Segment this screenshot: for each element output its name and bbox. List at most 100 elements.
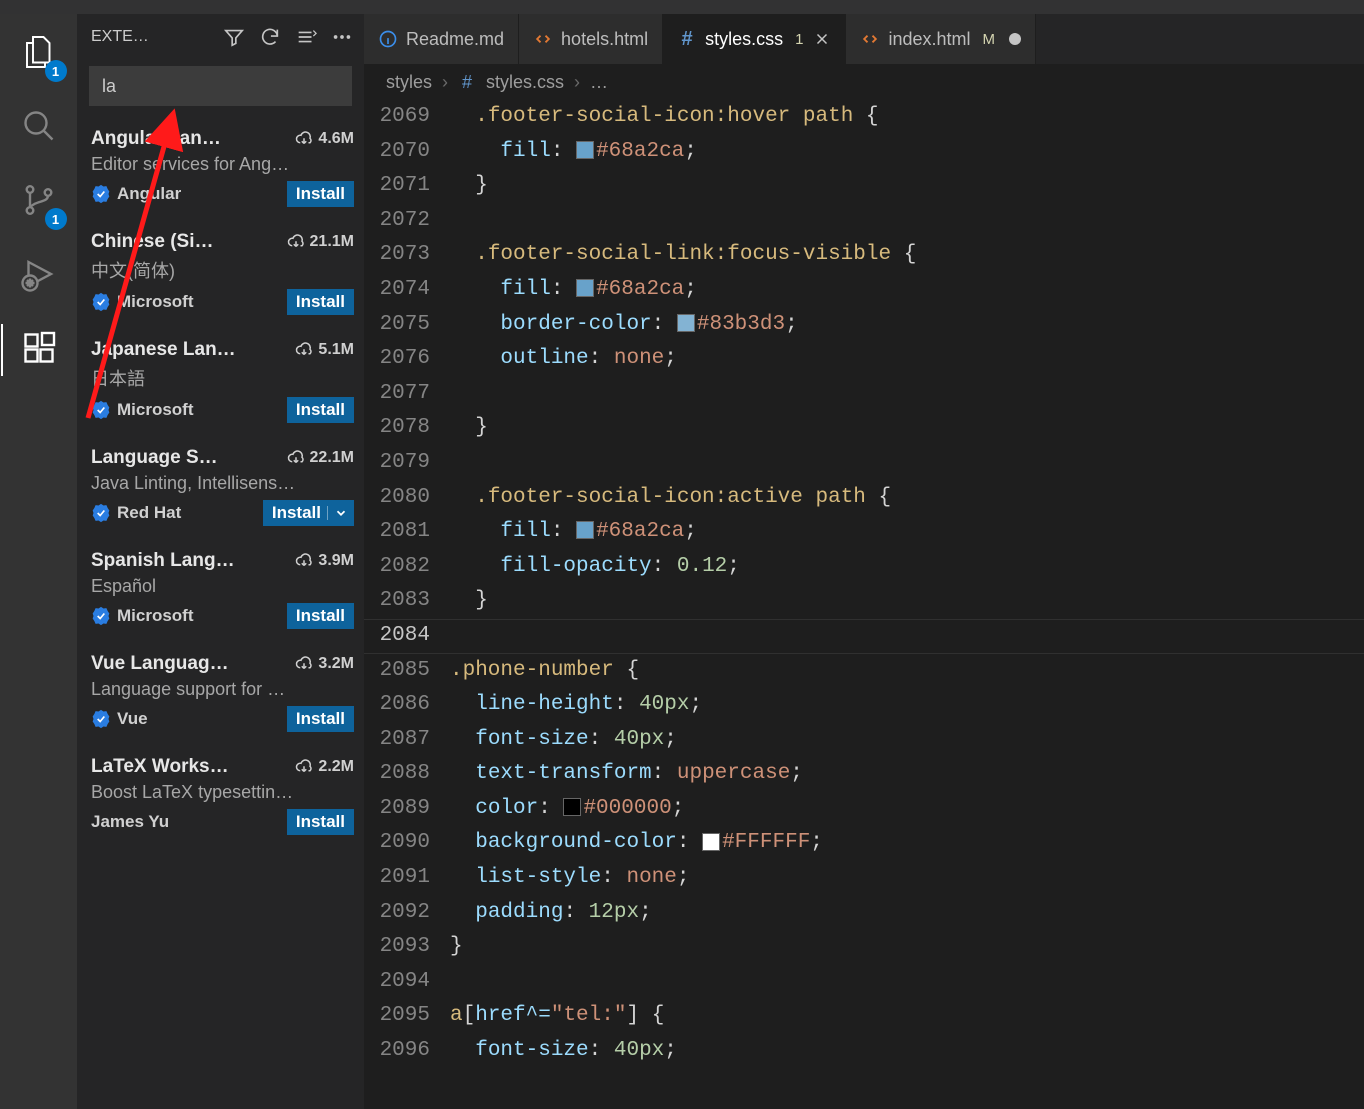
extension-description: 日本語 bbox=[91, 365, 354, 391]
code-editor[interactable]: 2069207020712072207320742075207620772078… bbox=[364, 100, 1364, 1109]
extension-name: Spanish Lang… bbox=[91, 550, 235, 572]
install-button[interactable]: Install bbox=[287, 289, 354, 315]
chevron-down-icon[interactable] bbox=[327, 506, 348, 520]
extension-description: Español bbox=[91, 576, 354, 597]
extension-name: LaTeX Works… bbox=[91, 756, 229, 778]
extension-item[interactable]: Language S… 22.1M Java Linting, Intellis… bbox=[91, 435, 360, 538]
extension-item[interactable]: Spanish Lang… 3.9M Español Microsoft Ins… bbox=[91, 538, 360, 641]
explorer-badge: 1 bbox=[45, 60, 67, 82]
search-icon bbox=[21, 108, 57, 149]
extension-description: Boost LaTeX typesettin… bbox=[91, 782, 354, 803]
activity-run-debug[interactable] bbox=[15, 252, 63, 300]
install-button[interactable]: Install bbox=[287, 397, 354, 423]
download-cloud-icon bbox=[295, 552, 313, 570]
install-button[interactable]: Install bbox=[287, 603, 354, 629]
extension-downloads: 5.1M bbox=[295, 341, 354, 359]
verified-badge-icon bbox=[91, 606, 111, 626]
download-cloud-icon bbox=[295, 758, 313, 776]
activity-extensions[interactable] bbox=[15, 326, 63, 374]
color-swatch-icon[interactable] bbox=[702, 833, 720, 851]
breadcrumb-folder[interactable]: styles bbox=[386, 72, 432, 93]
extension-description: Java Linting, Intellisens… bbox=[91, 473, 354, 494]
extension-publisher: Vue bbox=[91, 709, 148, 729]
tab-label: hotels.html bbox=[561, 29, 648, 50]
download-cloud-icon bbox=[295, 655, 313, 673]
chevron-right-icon: › bbox=[574, 72, 580, 93]
more-icon[interactable] bbox=[330, 25, 354, 49]
editor: Readme.mdhotels.html#styles.css1index.ht… bbox=[364, 14, 1364, 1109]
activity-explorer[interactable]: 1 bbox=[15, 30, 63, 78]
info-icon bbox=[378, 29, 398, 49]
verified-badge-icon bbox=[91, 400, 111, 420]
extension-name: Chinese (Si… bbox=[91, 231, 213, 253]
extension-description: Editor services for Ang… bbox=[91, 154, 354, 175]
extensions-list[interactable]: Angular Lan… 4.6M Editor services for An… bbox=[77, 116, 364, 1109]
download-cloud-icon bbox=[287, 449, 305, 467]
extension-name: Vue Languag… bbox=[91, 653, 229, 675]
extension-item[interactable]: Angular Lan… 4.6M Editor services for An… bbox=[91, 116, 360, 219]
editor-tabs: Readme.mdhotels.html#styles.css1index.ht… bbox=[364, 14, 1364, 64]
chevron-right-icon: › bbox=[442, 72, 448, 93]
code-content[interactable]: .footer-social-icon:hover path { fill: #… bbox=[450, 100, 1364, 1109]
sidebar-header: EXTE… bbox=[77, 14, 364, 60]
tab-modified-indicator: M bbox=[983, 31, 996, 48]
extension-item[interactable]: LaTeX Works… 2.2M Boost LaTeX typesettin… bbox=[91, 744, 360, 847]
extension-publisher: Angular bbox=[91, 184, 181, 204]
verified-badge-icon bbox=[91, 184, 111, 204]
extension-item[interactable]: Japanese Lan… 5.1M 日本語 Microsoft Install bbox=[91, 327, 360, 435]
clear-icon[interactable] bbox=[294, 25, 318, 49]
extension-publisher: Red Hat bbox=[91, 503, 181, 523]
editor-tab[interactable]: Readme.md bbox=[364, 14, 519, 64]
refresh-icon[interactable] bbox=[258, 25, 282, 49]
editor-tab[interactable]: #styles.css1 bbox=[663, 14, 846, 64]
title-bar bbox=[0, 0, 1364, 14]
hash-icon: # bbox=[458, 73, 476, 91]
editor-tab[interactable]: index.html M bbox=[846, 14, 1036, 64]
breadcrumb-file[interactable]: styles.css bbox=[486, 72, 564, 93]
extension-downloads: 3.2M bbox=[295, 655, 354, 673]
verified-badge-icon bbox=[91, 709, 111, 729]
verified-badge-icon bbox=[91, 503, 111, 523]
extension-downloads: 21.1M bbox=[287, 233, 354, 251]
editor-tab[interactable]: hotels.html bbox=[519, 14, 663, 64]
filter-icon[interactable] bbox=[222, 25, 246, 49]
color-swatch-icon[interactable] bbox=[677, 314, 695, 332]
color-swatch-icon[interactable] bbox=[576, 279, 594, 297]
extension-downloads: 2.2M bbox=[295, 758, 354, 776]
install-button[interactable]: Install bbox=[287, 809, 354, 835]
extensions-icon bbox=[21, 330, 57, 371]
activity-search[interactable] bbox=[15, 104, 63, 152]
download-cloud-icon bbox=[295, 341, 313, 359]
download-cloud-icon bbox=[295, 130, 313, 148]
install-button[interactable]: Install bbox=[287, 706, 354, 732]
install-button[interactable]: Install bbox=[287, 181, 354, 207]
sidebar-title: EXTE… bbox=[91, 28, 149, 46]
activity-bar: 1 1 bbox=[0, 14, 77, 1109]
extension-downloads: 3.9M bbox=[295, 552, 354, 570]
extension-downloads: 4.6M bbox=[295, 130, 354, 148]
color-swatch-icon[interactable] bbox=[563, 798, 581, 816]
color-swatch-icon[interactable] bbox=[576, 521, 594, 539]
extension-description: 中文(简体) bbox=[91, 257, 354, 283]
dirty-indicator-icon bbox=[1009, 33, 1021, 45]
extensions-sidebar: EXTE… Angular Lan… 4.6M Editor services … bbox=[77, 14, 364, 1109]
verified-badge-icon bbox=[91, 292, 111, 312]
extension-item[interactable]: Vue Languag… 3.2M Language support for …… bbox=[91, 641, 360, 744]
tab-label: index.html bbox=[888, 29, 970, 50]
breadcrumb-more[interactable]: … bbox=[590, 72, 608, 93]
extension-name: Angular Lan… bbox=[91, 128, 221, 150]
extension-publisher: James Yu bbox=[91, 812, 169, 832]
extension-name: Japanese Lan… bbox=[91, 339, 236, 361]
extensions-search-input[interactable] bbox=[89, 66, 352, 106]
close-icon[interactable] bbox=[813, 30, 831, 48]
activity-source-control[interactable]: 1 bbox=[15, 178, 63, 226]
install-button[interactable]: Install bbox=[263, 500, 354, 526]
extension-publisher: Microsoft bbox=[91, 606, 194, 626]
color-swatch-icon[interactable] bbox=[576, 141, 594, 159]
breadcrumbs[interactable]: styles › # styles.css › … bbox=[364, 64, 1364, 100]
extension-item[interactable]: Chinese (Si… 21.1M 中文(简体) Microsoft Inst… bbox=[91, 219, 360, 327]
line-number-gutter: 2069207020712072207320742075207620772078… bbox=[364, 100, 450, 1109]
extension-publisher: Microsoft bbox=[91, 400, 194, 420]
scm-badge: 1 bbox=[45, 208, 67, 230]
debug-icon bbox=[21, 256, 57, 297]
